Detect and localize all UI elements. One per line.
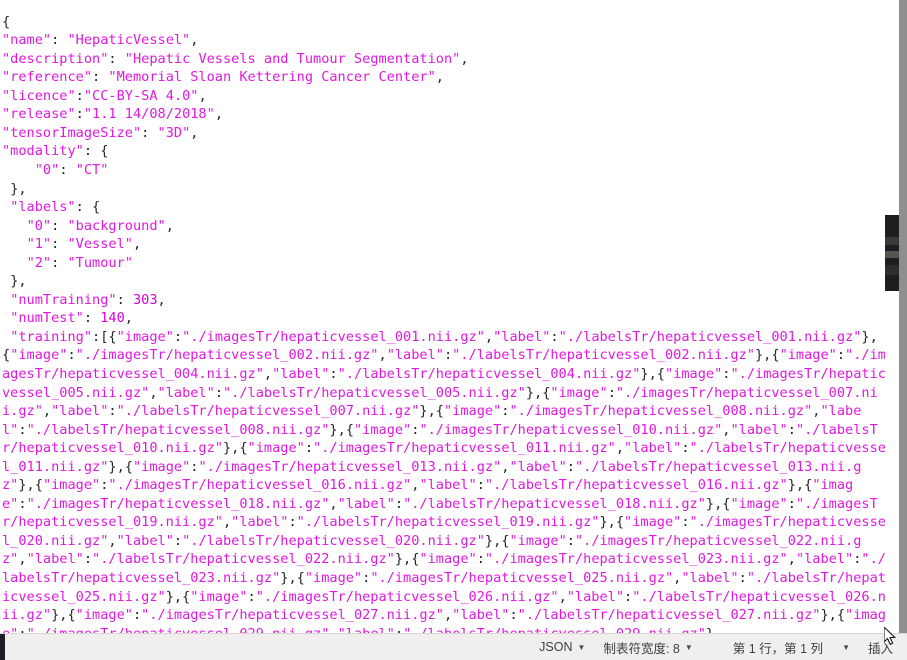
language-mode-label: JSON [539,640,573,654]
json-source-text[interactable]: { "name": "HepaticVessel", "description"… [2,13,886,633]
scrollbar-thumb[interactable] [885,215,899,291]
status-bar-left-cap [0,634,5,660]
editor-area[interactable]: { "name": "HepaticVessel", "description"… [0,0,907,633]
insert-mode-label: 插入 [867,641,893,656]
tab-width-label: 制表符宽度: 8 [603,641,680,656]
cursor-position-label: 第 1 行，第 1 列 [732,641,824,656]
chevron-down-icon: ▼ [842,643,850,652]
language-mode-selector[interactable]: JSON ▼ [530,634,594,660]
cursor-position-selector[interactable]: 第 1 行，第 1 列 ▼ [724,634,859,660]
status-bar: JSON ▼ 制表符宽度: 8 ▼ 第 1 行，第 1 列 ▼ 插入 [0,633,907,660]
vertical-scrollbar[interactable] [885,0,907,633]
code-viewport[interactable]: { "name": "HepaticVessel", "description"… [2,0,907,633]
chevron-down-icon: ▼ [684,643,693,652]
insert-mode-toggle[interactable]: 插入 [859,634,907,660]
tab-width-selector[interactable]: 制表符宽度: 8 ▼ [594,634,701,660]
editor-window: { "name": "HepaticVessel", "description"… [0,0,907,660]
scrollbar-track[interactable] [899,0,907,633]
chevron-down-icon: ▼ [577,643,586,652]
